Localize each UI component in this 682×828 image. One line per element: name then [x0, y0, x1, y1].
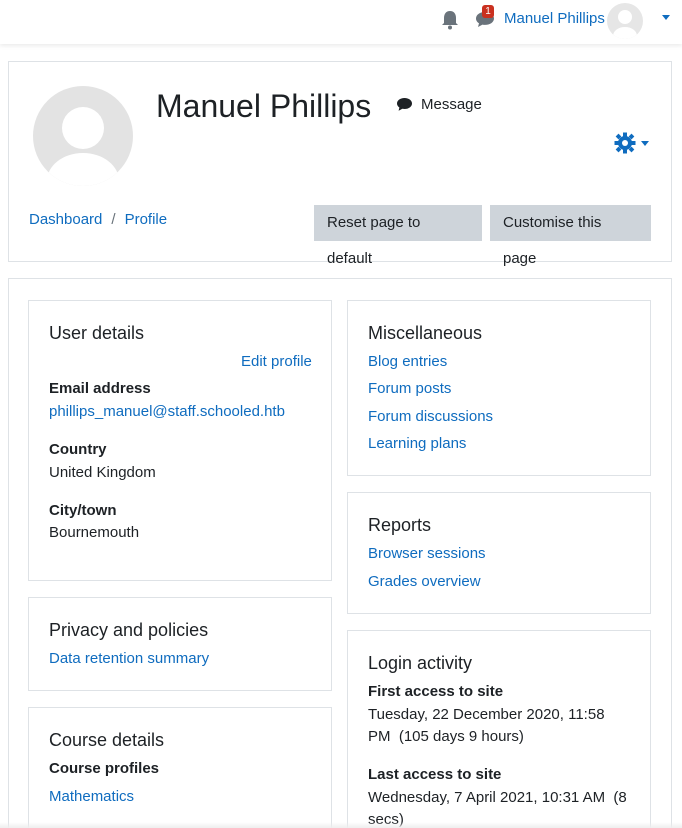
last-access-label: Last access to site [368, 766, 502, 783]
email-link[interactable]: phillips_manuel@staff.schooled.htb [49, 403, 285, 420]
city-value: Bournemouth [49, 524, 140, 541]
customise-page-button[interactable]: Customise this page [490, 205, 651, 267]
edit-profile-link[interactable]: Edit profile [241, 353, 312, 370]
actions-menu[interactable] [614, 132, 649, 154]
country-label: Country [49, 441, 107, 458]
course-details-title: Course details [49, 730, 165, 750]
caret-down-icon [641, 140, 649, 146]
breadcrumb-dashboard[interactable]: Dashboard [29, 211, 102, 228]
user-details-title: User details [49, 323, 145, 343]
breadcrumb-profile[interactable]: Profile [125, 211, 168, 228]
breadcrumb-separator: / [111, 211, 116, 228]
user-avatar[interactable] [607, 3, 643, 39]
scroll-fade [0, 822, 682, 828]
course-link-mathematics[interactable]: Mathematics [49, 788, 134, 805]
login-activity-card: Login activity First access to site Tues… [347, 630, 651, 828]
user-menu-name[interactable]: Manuel Phillips [504, 10, 605, 27]
course-details-card: Course details Course profiles Mathemati… [28, 707, 332, 828]
message-button[interactable]: Message [396, 96, 482, 113]
browser-sessions-link[interactable]: Browser sessions [368, 545, 486, 562]
privacy-title: Privacy and policies [49, 620, 209, 640]
forum-posts-link[interactable]: Forum posts [368, 380, 451, 397]
email-label: Email address [49, 380, 151, 397]
grades-overview-link[interactable]: Grades overview [368, 573, 481, 590]
miscellaneous-title: Miscellaneous [368, 323, 483, 343]
page-title: Manuel Phillips [156, 88, 372, 124]
breadcrumb: Dashboard / Profile [29, 211, 167, 228]
data-retention-link[interactable]: Data retention summary [49, 650, 209, 667]
reports-title: Reports [368, 515, 432, 535]
top-navbar: 1 Manuel Phillips [0, 0, 682, 44]
miscellaneous-card: Miscellaneous Blog entries Forum posts F… [347, 300, 651, 476]
login-activity-title: Login activity [368, 653, 473, 673]
course-profiles-label: Course profiles [49, 760, 160, 777]
gear-icon [614, 132, 636, 154]
profile-header: Manuel Phillips Message Dashboard / Prof… [8, 61, 672, 267]
comment-icon [397, 98, 412, 111]
forum-discussions-link[interactable]: Forum discussions [368, 408, 493, 425]
learning-plans-link[interactable]: Learning plans [368, 435, 466, 452]
reports-card: Reports Browser sessions Grades overview [347, 492, 651, 614]
reset-page-button[interactable]: Reset page to default [314, 205, 482, 267]
first-access-label: First access to site [368, 683, 504, 700]
blog-entries-link[interactable]: Blog entries [368, 353, 447, 370]
bell-icon[interactable] [441, 10, 459, 30]
caret-down-icon[interactable] [662, 15, 670, 20]
country-value: United Kingdom [49, 464, 156, 481]
message-label: Message [421, 96, 482, 113]
user-details-card: User details Edit profile Email address … [28, 300, 332, 581]
notification-badge: 1 [482, 5, 494, 18]
first-access-value: Tuesday, 22 December 2020, 11:58 PM (105… [368, 706, 609, 745]
city-label: City/town [49, 502, 117, 519]
privacy-card: Privacy and policies Data retention summ… [28, 597, 332, 691]
profile-avatar [33, 86, 133, 186]
